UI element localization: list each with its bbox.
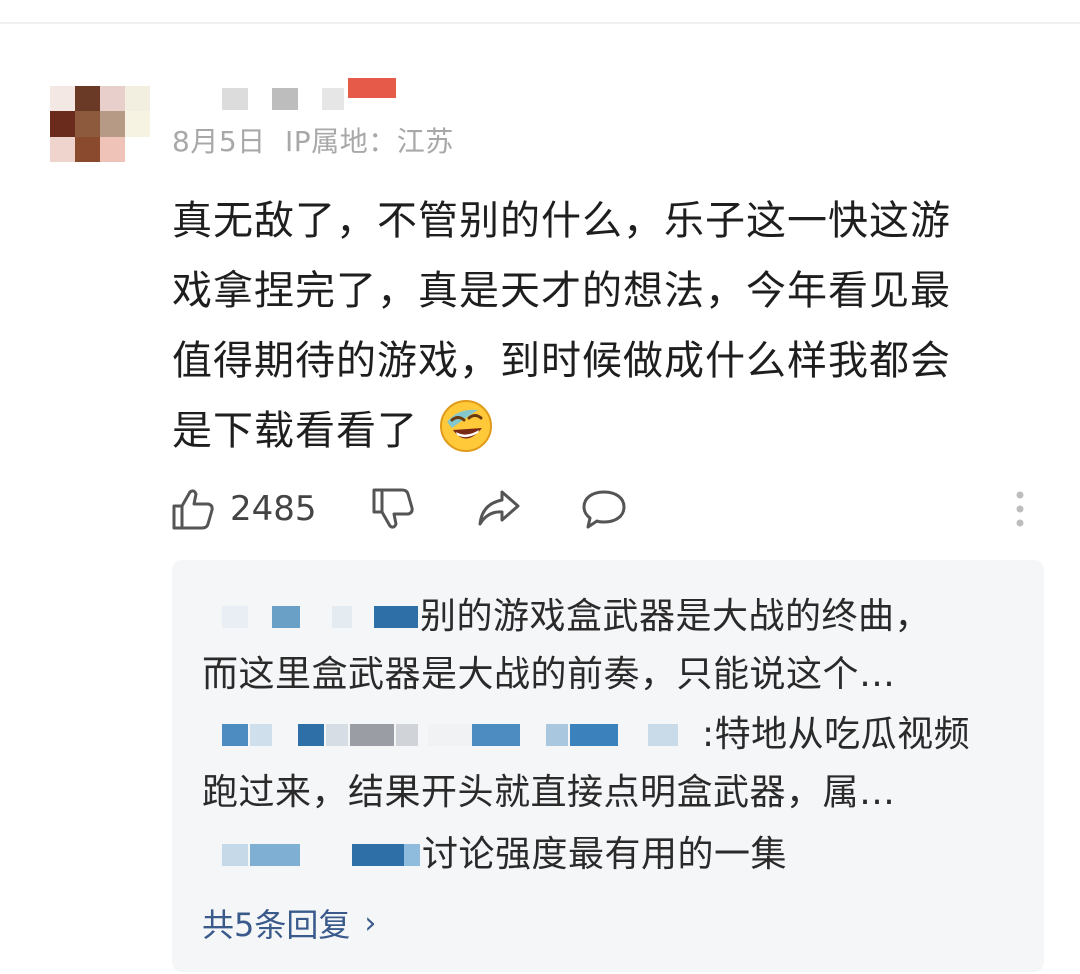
comment-line: 值得期待的游戏，到时候做成什么样我都会	[172, 338, 951, 384]
reply-button[interactable]	[580, 484, 628, 534]
replies-panel: 别的游戏盒武器是大战的终曲， 而这里盒武器是大战的前奏，只能说这个… :特地从吃…	[172, 560, 1044, 972]
like-button[interactable]: 2485	[170, 484, 317, 534]
reply-author[interactable]	[202, 836, 422, 872]
reply-text: 讨论强度最有用的一集	[422, 834, 788, 875]
thumbs-down-icon	[372, 488, 414, 529]
reply-item[interactable]: 讨论强度最有用的一集	[202, 826, 1022, 884]
comment-date: 8月5日	[172, 125, 266, 158]
like-count: 2485	[230, 489, 317, 529]
comment-line-last: 是下载看看了	[172, 396, 1032, 466]
action-bar: 2485	[170, 484, 1040, 534]
view-all-replies-link[interactable]: 共5条回复 ›	[202, 900, 376, 946]
chevron-right-icon: ›	[364, 905, 377, 941]
reply-author[interactable]	[202, 598, 420, 634]
comment-icon	[582, 490, 626, 529]
more-options-button[interactable]	[1012, 484, 1028, 534]
comment-meta: 8月5日 IP属地：江苏	[172, 120, 464, 160]
reply-text: 跑过来，结果开头就直接点明盒武器，属…	[202, 772, 896, 813]
avatar[interactable]	[50, 86, 150, 162]
comment-page: 8月5日 IP属地：江苏 真无敌了，不管别的什么，乐子这一快这游 戏拿捏完了，真…	[0, 0, 1080, 974]
share-icon	[478, 490, 520, 526]
comment-line: 戏拿捏完了，真是天才的想法，今年看见最	[172, 268, 951, 314]
share-button[interactable]	[474, 484, 522, 534]
view-all-replies-label: 共5条回复	[202, 906, 351, 944]
thumbs-up-icon	[172, 489, 214, 530]
dislike-button[interactable]	[370, 484, 416, 534]
more-icon	[1016, 491, 1024, 527]
comment-body: 真无敌了，不管别的什么，乐子这一快这游 戏拿捏完了，真是天才的想法，今年看见最 …	[172, 186, 1032, 466]
reply-text: 而这里盒武器是大战的前奏，只能说这个…	[202, 654, 896, 695]
reply-item[interactable]: 别的游戏盒武器是大战的终曲， 而这里盒武器是大战的前奏，只能说这个…	[202, 588, 1022, 704]
divider	[0, 22, 1080, 24]
reply-item[interactable]: :特地从吃瓜视频 跑过来，结果开头就直接点明盒武器，属…	[202, 706, 1022, 822]
comment-line: 真无敌了，不管别的什么，乐子这一快这游	[172, 198, 951, 244]
laughing-crying-emoji-icon	[439, 400, 492, 452]
reply-text: 别的游戏盒武器是大战的终曲，	[420, 596, 932, 637]
ip-location: IP属地：江苏	[285, 125, 454, 158]
reply-text: :特地从吃瓜视频	[702, 714, 971, 755]
comment-line: 是下载看看了	[172, 408, 418, 454]
reply-author[interactable]	[202, 716, 702, 752]
